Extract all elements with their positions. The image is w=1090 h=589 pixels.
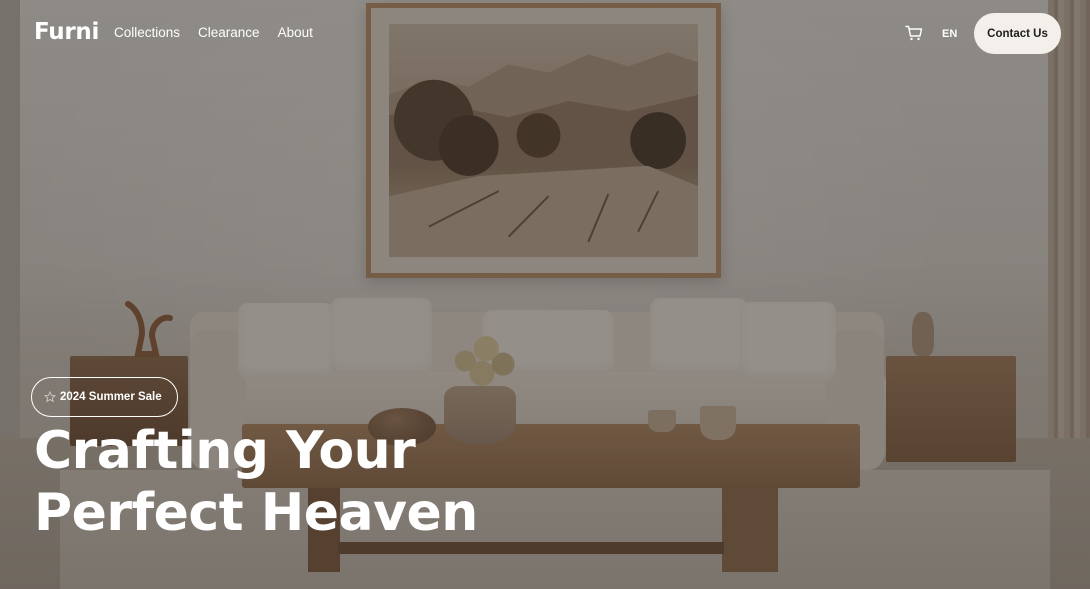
headline-line-2: Perfect Heaven [34,483,478,543]
hero-headline: Crafting Your Perfect Heaven [34,420,478,544]
star-icon [44,391,56,403]
nav-links: Collections Clearance About [114,25,331,40]
contact-us-button[interactable]: Contact Us [974,13,1061,54]
nav-link-about[interactable]: About [278,25,313,40]
language-selector[interactable]: EN [942,28,957,40]
nav-link-collections[interactable]: Collections [114,25,180,40]
top-navigation: Furni Collections Clearance About EN Con… [0,0,1090,68]
shopping-cart-icon[interactable] [905,25,923,41]
summer-sale-badge[interactable]: 2024 Summer Sale [31,377,178,417]
nav-link-clearance[interactable]: Clearance [198,25,260,40]
badge-label: 2024 Summer Sale [60,391,162,403]
headline-line-1: Crafting Your [34,421,416,481]
brand-logo[interactable]: Furni [34,19,99,45]
